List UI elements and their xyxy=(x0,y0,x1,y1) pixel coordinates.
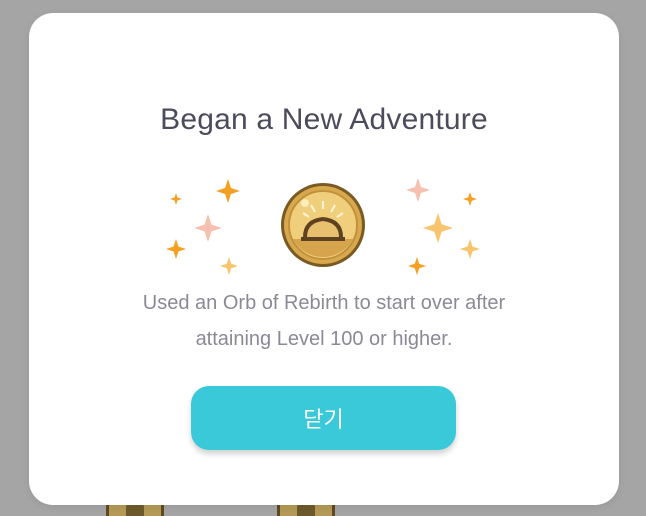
sparkle-icon xyxy=(170,193,182,205)
close-button[interactable]: 닫기 xyxy=(191,386,456,450)
sparkle-icon xyxy=(194,214,222,242)
sparkle-icon xyxy=(460,239,480,259)
orb-of-rebirth-icon xyxy=(281,183,365,267)
sparkle-icon xyxy=(216,179,240,203)
description-line: Used an Orb of Rebirth to start over aft… xyxy=(142,292,506,314)
description-line: attaining Level 100 or higher. xyxy=(195,328,453,350)
dialog-title: Began a New Adventure xyxy=(160,103,488,136)
sparkle-icon xyxy=(408,257,426,275)
achievement-dialog: Began a New Adventure Used an Orb of Reb… xyxy=(29,13,619,505)
sparkle-icon xyxy=(166,239,186,259)
sparkle-icon xyxy=(220,257,238,275)
sparkle-icon xyxy=(463,192,477,206)
sparkle-icon xyxy=(423,213,453,243)
sparkle-icon xyxy=(406,178,430,202)
dialog-description: Used an Orb of Rebirth to start over aft… xyxy=(99,285,549,357)
reward-illustration xyxy=(166,178,480,275)
